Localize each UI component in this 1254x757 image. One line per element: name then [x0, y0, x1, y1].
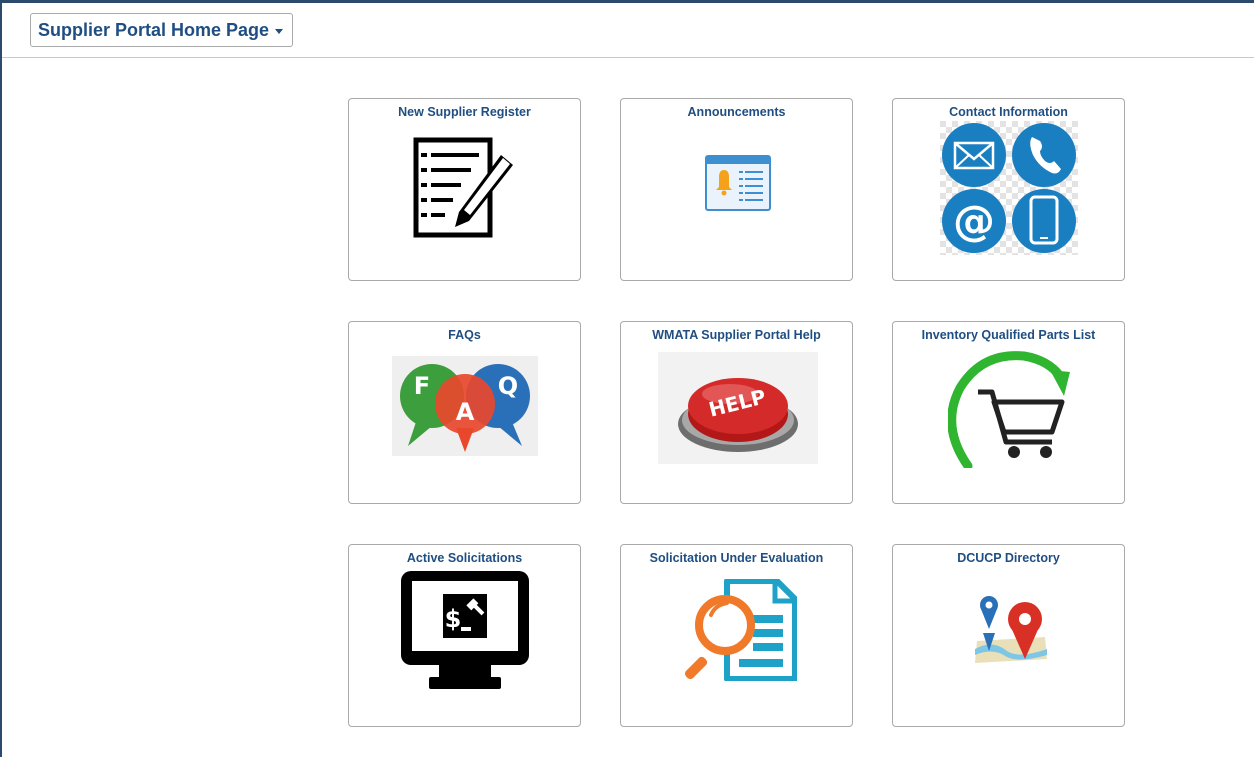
document-magnifier-icon — [684, 579, 797, 681]
tile-inventory-qualified-parts-list[interactable]: Inventory Qualified Parts List — [892, 321, 1125, 504]
tile-title: DCUCP Directory — [957, 551, 1060, 565]
faq-letter-a: A — [456, 398, 475, 426]
registration-form-icon — [413, 137, 513, 238]
tile-title: FAQs — [448, 328, 481, 342]
tile-announcements[interactable]: Announcements — [620, 98, 853, 281]
tile-title: WMATA Supplier Portal Help — [652, 328, 821, 342]
faq-speech-bubbles-icon: F A Q — [392, 356, 538, 456]
tile-title: New Supplier Register — [398, 105, 531, 119]
announcement-bell-icon — [705, 155, 771, 211]
tile-title: Announcements — [687, 105, 786, 119]
faq-letter-q: Q — [498, 372, 518, 400]
tile-faqs[interactable]: FAQs F A Q — [348, 321, 581, 504]
dollar-symbol: $ — [445, 605, 462, 633]
shopping-cart-refresh-icon — [948, 351, 1070, 468]
tile-title: Inventory Qualified Parts List — [921, 328, 1096, 342]
auction-monitor-icon: $ — [401, 571, 529, 689]
tile-title: Contact Information — [949, 105, 1068, 119]
tile-new-supplier-register[interactable]: New Supplier Register — [348, 98, 581, 281]
page-selector-label: Supplier Portal Home Page — [38, 19, 270, 40]
tile-contact-information[interactable]: Contact Information @ — [892, 98, 1125, 281]
page-selector-dropdown[interactable]: Supplier Portal Home Page — [30, 13, 294, 47]
faq-letter-f: F — [414, 372, 430, 400]
tile-title: Active Solicitations — [406, 551, 523, 565]
tile-active-solicitations[interactable]: Active Solicitations $ — [348, 544, 581, 727]
contact-methods-icon: @ — [940, 121, 1078, 255]
app-frame: Supplier Portal Home Page New Supplier R… — [0, 0, 1254, 757]
page-header: Supplier Portal Home Page — [2, 3, 1254, 58]
at-symbol: @ — [953, 196, 995, 245]
tile-title: Solicitation Under Evaluation — [649, 551, 824, 565]
map-pins-icon — [975, 596, 1047, 663]
help-button-icon: HELP — [658, 352, 818, 464]
chevron-down-icon — [275, 28, 284, 34]
tile-wmata-supplier-portal-help[interactable]: WMATA Supplier Portal Help HELP — [620, 321, 853, 504]
tile-dcucp-directory[interactable]: DCUCP Directory — [892, 544, 1125, 727]
tile-solicitation-under-evaluation[interactable]: Solicitation Under Evaluation — [620, 544, 853, 727]
